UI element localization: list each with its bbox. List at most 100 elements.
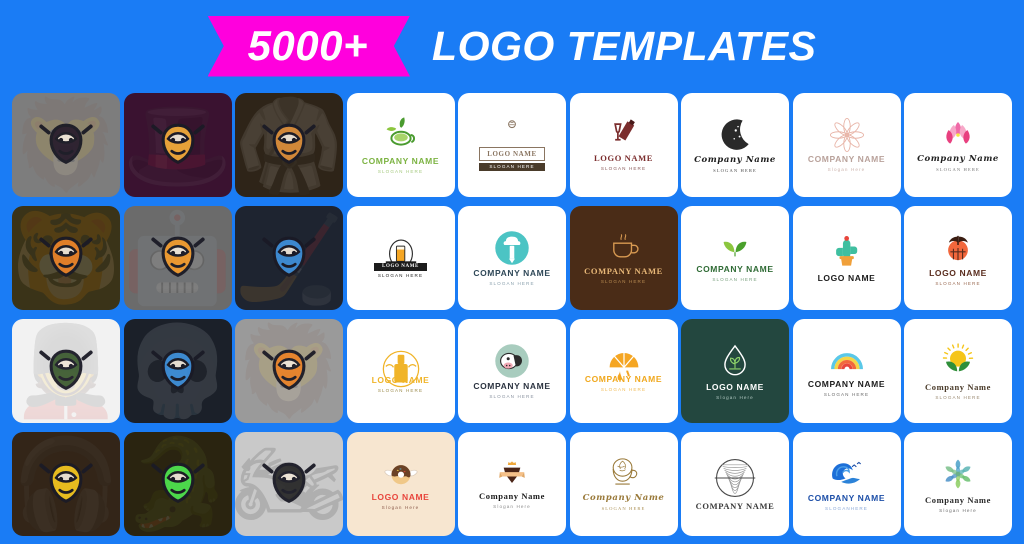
logo-template-card[interactable]: COMPANY NAME SLOGAN HERE (458, 319, 566, 423)
page-header: 5000+ LOGO TEMPLATES (0, 0, 1024, 88)
wine-bottle-glass-icon (607, 118, 641, 152)
logo-company-name: COMPANY NAME (361, 156, 440, 167)
mascot-logo-card[interactable]: 🐯 (12, 206, 120, 310)
hockey-player-mascot-icon (258, 227, 320, 289)
ornamental-leaf-pattern-icon (938, 454, 978, 494)
green-leaves-icon (715, 233, 755, 263)
logo-slogan: SLOGAN HERE (600, 166, 647, 172)
winged-donut-icon (379, 457, 423, 491)
mascot-logo-card[interactable]: 🦁 (235, 319, 343, 423)
logo-slogan: SLOGAN HERE (823, 392, 870, 398)
logo-template-card[interactable]: Company Name SLOGAN HERE (681, 93, 789, 197)
logo-template-card[interactable]: COMPANY NAME SLOGAN HERE (792, 319, 901, 423)
mascot-logo-card[interactable]: 🦁 (12, 93, 120, 197)
palm-tree-sunset-icon (938, 229, 978, 267)
logo-company-name: COMPANY NAME (807, 493, 886, 504)
mascot-logo-card[interactable]: 🏍 (235, 432, 343, 536)
pink-lotus-icon (936, 117, 980, 153)
logo-template-card[interactable]: Company Name SLOGAN HERE (569, 432, 678, 536)
mascot-logo-card[interactable]: 🥋 (235, 93, 343, 197)
dairy-cow-icon (493, 342, 531, 380)
logo-company-name: Company Name (582, 493, 665, 504)
logo-company-name: COMPANY NAME (473, 381, 551, 392)
logo-slogan: SLOGAN HERE (601, 506, 646, 512)
template-count-badge: 5000+ (207, 15, 411, 77)
top-hat-magician-mascot-icon (147, 114, 209, 176)
bald-monk-mascot-icon (258, 114, 320, 176)
logo-company-name: Company Name (925, 495, 991, 506)
logo-slogan: SLOGAN HERE (713, 168, 757, 174)
logo-template-card[interactable]: LOGO NAME SLOGAN HERE (346, 206, 455, 310)
logo-slogan: SLOGAN HERE (377, 169, 424, 175)
logo-template-card[interactable]: COMPANY NAME SLOGANHERE (792, 432, 901, 536)
logo-company-name: COMPANY NAME (696, 264, 774, 275)
mascot-logo-card[interactable]: 💂 (12, 319, 120, 423)
logo-slogan: Slogan Here (939, 508, 977, 514)
logo-template-card[interactable]: LOGO NAME (792, 206, 901, 310)
logo-company-name: LOGO NAME (374, 263, 427, 272)
logo-slogan: SLOGAN HERE (600, 387, 647, 393)
logo-template-card[interactable]: COMPANY NAME Slogan Here (792, 93, 901, 197)
logo-template-card[interactable]: LOGO NAME SLOGAN HERE (904, 206, 1012, 310)
logo-template-card[interactable]: COMPANY NAME SLOGAN HERE (569, 206, 678, 310)
water-drop-sprout-icon (717, 341, 753, 381)
ocean-wave-birds-icon (825, 456, 869, 492)
logo-template-grid: 🦁🎩🥋COMPANY NAMESLOGAN HERELOGO NAMESLOGA… (12, 93, 1012, 536)
logo-slogan: SLOGAN HERE (489, 394, 535, 400)
logo-company-name: COMPANY NAME (807, 379, 886, 390)
logo-template-card[interactable]: Company Name Slogan Here (904, 432, 1012, 536)
logo-template-card[interactable]: COMPANY NAME SLOGAN HERE (458, 206, 566, 310)
latte-art-cup-icon (603, 456, 645, 492)
army-soldier-mascot-icon (35, 340, 97, 402)
logo-template-card[interactable]: COMPANY NAME (681, 432, 789, 536)
logo-template-card[interactable]: COMPANY NAME SLOGAN HERE (346, 93, 455, 197)
logo-template-card[interactable]: LOGO NAME Slogan Here (346, 432, 455, 536)
logo-template-card[interactable]: LOGO NAME SLOGAN HERE (346, 319, 455, 423)
logo-company-name: LOGO NAME (479, 147, 545, 162)
chef-hat-fork-icon (493, 229, 531, 267)
mascot-logo-card[interactable]: 🐊 (123, 432, 232, 536)
logo-company-name: LOGO NAME (706, 382, 764, 393)
armored-knight-mascot-icon (35, 114, 97, 176)
mascot-logo-card[interactable]: 💀 (123, 319, 232, 423)
cactus-pot-icon (830, 232, 864, 272)
pink-mandala-flower-icon (829, 117, 865, 153)
logo-slogan: SLOGAN HERE (489, 281, 535, 287)
logo-slogan: SLOGAN HERE (935, 395, 981, 401)
logo-template-card[interactable]: Company Name Slogan Here (458, 432, 566, 536)
logo-template-card[interactable]: Company Name SLOGAN HERE (904, 319, 1012, 423)
logo-slogan: Slogan Here (381, 505, 420, 511)
logo-slogan: SLOGAN HERE (712, 277, 758, 283)
logo-company-name: Company Name (917, 154, 999, 165)
robot-spider-mascot-icon (147, 227, 209, 289)
mascot-logo-card[interactable]: 🎩 (123, 93, 232, 197)
logo-template-card[interactable]: LOGO NAME Slogan Here (681, 319, 789, 423)
logo-company-name: COMPANY NAME (584, 374, 663, 385)
logo-company-name: LOGO NAME (817, 273, 876, 284)
mascot-logo-card[interactable]: 🎧 (12, 432, 120, 536)
logo-company-name: Company Name (479, 491, 545, 502)
logo-company-name: LOGO NAME (371, 375, 430, 386)
logo-company-name: LOGO NAME (929, 268, 987, 279)
logo-template-card[interactable]: LOGO NAME SLOGAN HERE (458, 93, 566, 197)
mascot-logo-card[interactable]: 🏒 (235, 206, 343, 310)
logo-template-card[interactable]: COMPANY NAME SLOGAN HERE (569, 319, 678, 423)
logo-slogan: SLOGANHERE (825, 506, 868, 512)
page-title: LOGO TEMPLATES (432, 22, 817, 69)
chocolate-cake-crown-icon (491, 458, 533, 490)
crocodile-shield-mascot-icon (147, 453, 209, 515)
logo-slogan: Slogan Here (493, 504, 531, 510)
logo-company-name: LOGO NAME (371, 492, 430, 503)
logo-company-name: COMPANY NAME (473, 268, 551, 279)
logo-slogan: SLOGAN HERE (936, 167, 980, 173)
logo-template-card[interactable]: COMPANY NAME SLOGAN HERE (681, 206, 789, 310)
logo-template-card[interactable]: Company Name SLOGAN HERE (904, 93, 1012, 197)
logo-company-name: COMPANY NAME (584, 266, 663, 277)
logo-slogan: SLOGAN HERE (377, 273, 424, 279)
motorcycle-rider-mascot-icon (258, 453, 320, 515)
logo-company-name: COMPANY NAME (807, 154, 886, 165)
mascot-logo-card[interactable]: 🤖 (123, 206, 232, 310)
crescent-moon-icon (716, 116, 754, 154)
logo-template-card[interactable]: LOGO NAME SLOGAN HERE (569, 93, 678, 197)
logo-slogan: SLOGAN HERE (479, 163, 545, 171)
